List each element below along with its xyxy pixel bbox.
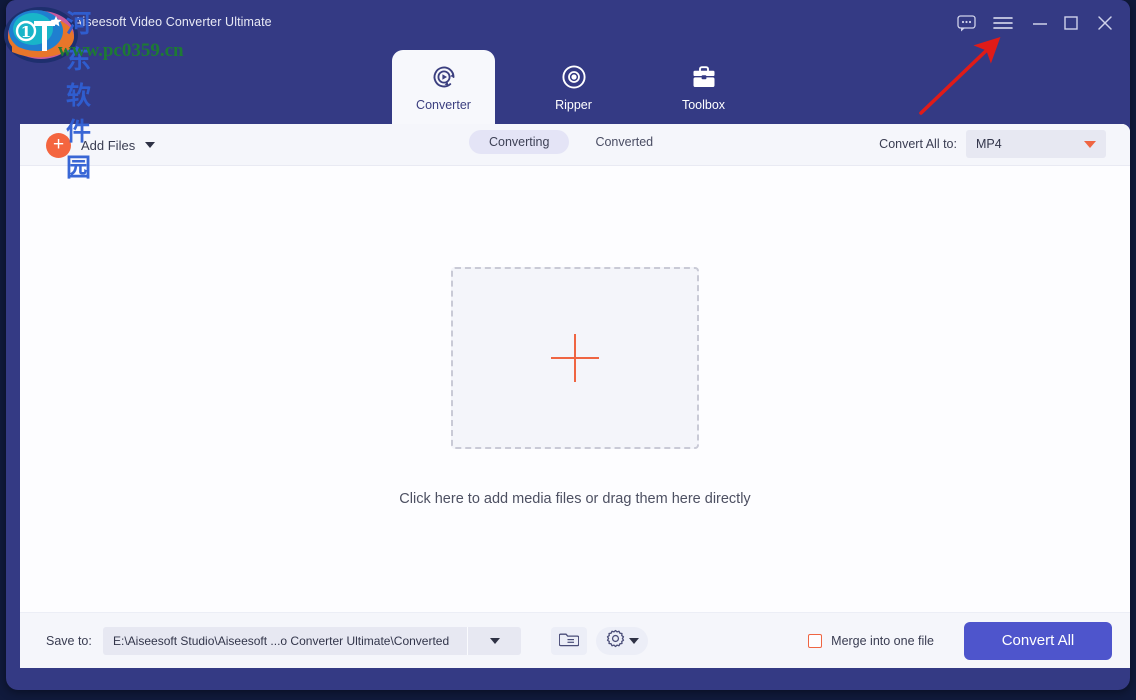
add-files-label: Add Files [81, 138, 135, 153]
minimize-icon[interactable] [1025, 10, 1055, 36]
close-icon[interactable] [1090, 10, 1120, 36]
save-path-dropdown-caret-icon[interactable] [467, 627, 521, 655]
drop-hint-text: Click here to add media files or drag th… [399, 491, 750, 507]
output-format-value: MP4 [976, 137, 1002, 151]
save-path-value: E:\Aiseesoft Studio\Aiseesoft ...o Conve… [103, 634, 467, 648]
converting-converted-segmented-control: Converting Converted [469, 130, 673, 154]
convert-all-button[interactable]: Convert All [964, 622, 1112, 660]
gear-icon [606, 629, 625, 653]
drop-box[interactable] [451, 267, 699, 449]
add-files-button[interactable]: + Add Files [46, 131, 155, 159]
convert-all-to-label: Convert All to: [879, 137, 957, 151]
save-path-field[interactable]: E:\Aiseesoft Studio\Aiseesoft ...o Conve… [103, 627, 521, 655]
output-format-select[interactable]: MP4 [966, 130, 1106, 158]
merge-into-one-file-label: Merge into one file [831, 634, 934, 648]
tab-ripper-label: Ripper [555, 98, 592, 112]
segment-converted[interactable]: Converted [575, 130, 673, 154]
chevron-down-icon [1084, 141, 1096, 148]
plus-circle-icon: + [46, 133, 71, 158]
hamburger-menu-icon[interactable] [988, 10, 1018, 36]
tab-toolbox[interactable]: Toolbox [652, 50, 755, 124]
convert-all-to-group: Convert All to: MP4 [879, 130, 1106, 158]
open-folder-button[interactable] [551, 627, 587, 655]
tab-ripper[interactable]: Ripper [522, 50, 625, 124]
main-panel: + Add Files Converting Converted Convert… [20, 124, 1130, 668]
disc-icon [559, 61, 589, 93]
feedback-icon[interactable] [951, 10, 981, 36]
window-title: Aiseesoft Video Converter Ultimate [74, 15, 272, 29]
folder-icon [559, 630, 579, 652]
tab-bar: Converter Ripper Toolbox [6, 46, 1130, 124]
segment-converting[interactable]: Converting [469, 130, 569, 154]
toolbar: + Add Files Converting Converted Convert… [20, 124, 1130, 166]
title-bar: Aiseesoft Video Converter Ultimate [6, 0, 1130, 46]
maximize-icon[interactable] [1056, 10, 1086, 36]
converter-icon [429, 61, 459, 93]
media-drop-area[interactable]: Click here to add media files or drag th… [20, 166, 1130, 624]
settings-dropdown-caret-icon[interactable] [629, 638, 639, 644]
merge-into-one-file-checkbox[interactable]: Merge into one file [808, 634, 934, 648]
tab-toolbox-label: Toolbox [682, 98, 725, 112]
add-files-dropdown-caret-icon[interactable] [145, 142, 155, 148]
plus-icon [551, 334, 599, 382]
tab-converter[interactable]: Converter [392, 50, 495, 124]
settings-button[interactable] [596, 627, 648, 655]
tab-converter-label: Converter [416, 98, 471, 112]
save-to-label: Save to: [46, 634, 92, 648]
bottom-bar: Save to: E:\Aiseesoft Studio\Aiseesoft .… [20, 612, 1130, 668]
briefcase-icon [689, 61, 719, 93]
checkbox-box [808, 634, 822, 648]
application-window: Aiseesoft Video Converter Ultimate [6, 0, 1130, 690]
